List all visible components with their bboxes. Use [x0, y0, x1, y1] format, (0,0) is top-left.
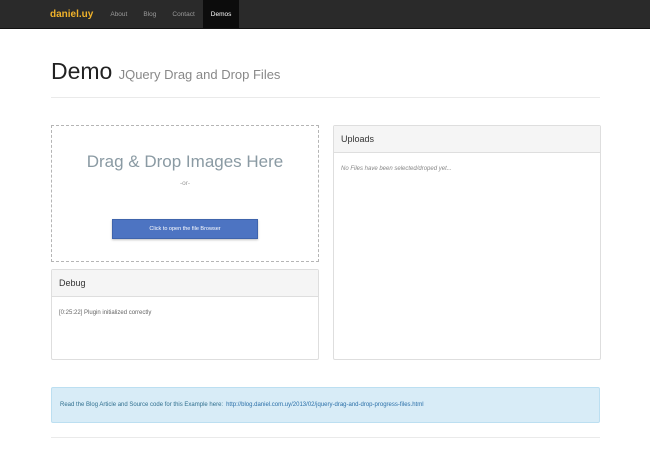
top-navbar: daniel.uy About Blog Contact Demos [0, 0, 650, 29]
open-file-browser-button[interactable]: Click to open the file Browser [112, 219, 258, 239]
brand-link[interactable]: daniel.uy [42, 0, 102, 28]
uploads-empty-text: No Files have been selected/droped yet..… [341, 166, 452, 172]
debug-log-line: [0:25:22] Plugin initialized correctly [59, 310, 152, 316]
uploads-panel: Uploads No Files have been selected/drop… [333, 125, 601, 360]
debug-panel: Debug [0:25:22] Plugin initialized corre… [51, 269, 319, 360]
blog-article-link[interactable]: http://blog.daniel.com.uy/2013/02/jquery… [226, 402, 423, 408]
debug-panel-title: Debug [52, 270, 318, 297]
page-subtitle: JQuery Drag and Drop Files [118, 67, 281, 82]
page-header: Demo JQuery Drag and Drop Files [51, 58, 600, 98]
page-title: Demo [51, 58, 113, 84]
info-text: Read the Blog Article and Source code fo… [60, 402, 224, 408]
nav-item-about[interactable]: About [102, 0, 135, 28]
info-alert: Read the Blog Article and Source code fo… [51, 387, 600, 423]
uploads-panel-title: Uploads [334, 126, 600, 153]
nav-item-contact[interactable]: Contact [164, 0, 202, 28]
footer-divider [51, 437, 600, 438]
nav-item-blog[interactable]: Blog [135, 0, 164, 28]
drop-zone[interactable]: Drag & Drop Images Here -or- Click to op… [51, 125, 319, 262]
drop-zone-or-text: -or- [179, 180, 191, 187]
nav-item-demos[interactable]: Demos [202, 0, 240, 28]
drop-zone-title: Drag & Drop Images Here [86, 152, 284, 171]
